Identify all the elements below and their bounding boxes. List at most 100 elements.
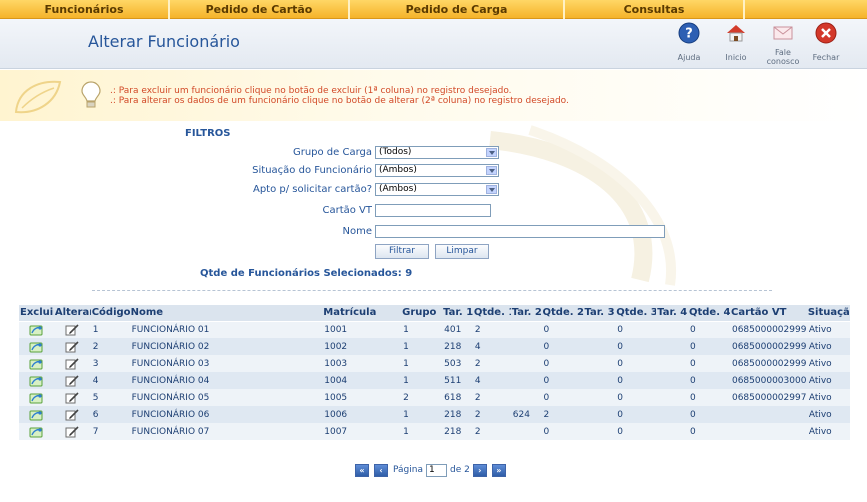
last-page-button[interactable]: » [491,463,506,477]
selected-count-value: 9 [405,268,413,279]
cell-matricula: 1003 [322,355,402,372]
page-title: Alterar Funcionário [88,32,240,51]
home-label: Inicio [725,53,747,62]
chevron-down-icon [486,166,497,175]
help-label: Ajuda [677,53,701,62]
cell-situacao: Ativo [806,372,850,389]
cell-grupo: 2 [401,389,443,406]
cell-grupo: 1 [401,423,443,440]
table-row: 6 FUNCIONÁRIO 06 1006 1 218 2 624 2 0 0 Ativo [19,406,850,423]
home-button[interactable]: Inicio [716,22,756,62]
table-row: 3 FUNCIONÁRIO 03 1003 1 503 2 0 0 0 0685000002999… [19,355,850,372]
edit-cell [53,389,91,406]
cell-qtde2: 0 [541,372,584,389]
cell-tar2 [510,338,542,355]
column-header: Tar. 2 [510,305,542,322]
page-number-input[interactable]: 1 [425,463,447,477]
delete-icon[interactable] [29,358,43,370]
cell-qtde1: 2 [472,355,511,372]
nome-input[interactable] [375,225,665,238]
column-header: Excluir [19,305,54,322]
cell-qtde3: 0 [615,321,657,338]
nav-pedido-de-cartao[interactable]: Pedido de Cartão [170,0,350,19]
grupo-de-carga-label: Grupo de Carga [292,147,372,158]
delete-cell [19,423,54,440]
delete-icon[interactable] [29,426,43,438]
cell-qtde2: 0 [541,338,584,355]
grupo-de-carga-select[interactable]: (Todos) [375,146,499,159]
table-row: 5 FUNCIONÁRIO 05 1005 2 618 2 0 0 0 0685000002997… [19,389,850,406]
cell-tar4 [656,372,688,389]
previous-page-button[interactable]: ‹ [374,463,388,477]
column-header: Tar. 3 [583,305,616,322]
edit-icon[interactable] [65,374,79,387]
cell-codigo: 6 [90,406,130,423]
mail-icon [773,26,793,40]
column-header: Qtde. 1 [472,305,511,322]
cell-tar3 [583,355,616,372]
leaf-decoration-icon [14,80,62,114]
table-row: 2 FUNCIONÁRIO 02 1002 1 218 4 0 0 0 0685000002999… [19,338,850,355]
help-icon: ? [678,22,700,44]
grupo-de-carga-value: (Todos) [379,147,412,157]
delete-cell [19,338,54,355]
help-button[interactable]: ? Ajuda [669,22,709,62]
first-page-button[interactable]: « [355,463,369,477]
delete-icon[interactable] [29,375,43,387]
next-page-button[interactable]: › [472,463,487,477]
filtrar-button[interactable]: Filtrar [375,244,429,259]
close-button[interactable]: Fechar [806,22,846,62]
column-header: Cartão VT [729,305,807,322]
cell-nome: FUNCIONÁRIO 04 [129,372,323,389]
limpar-button[interactable]: Limpar [435,244,489,259]
nav-funcionarios[interactable]: Funcionários [0,0,170,19]
situacao-select[interactable]: (Ambos) [375,164,499,177]
edit-cell [53,423,91,440]
cell-qtde3: 0 [615,389,657,406]
edit-icon[interactable] [65,357,79,370]
table-header-row: Excluir Alterar Código Nome Matrícula Gr… [19,305,850,322]
cell-nome: FUNCIONÁRIO 03 [129,355,323,372]
situacao-label: Situação do Funcionário [252,165,372,176]
apto-select[interactable]: (Ambos) [375,183,499,196]
delete-icon[interactable] [29,409,43,421]
cell-qtde3: 0 [615,406,657,423]
delete-icon[interactable] [29,392,43,404]
cell-qtde1: 2 [472,389,511,406]
cell-tar3 [583,338,616,355]
cell-qtde1: 2 [472,423,511,440]
employees-table: Excluir Alterar Código Nome Matrícula Gr… [19,305,850,440]
edit-cell [53,406,91,423]
edit-icon[interactable] [65,391,79,404]
edit-icon[interactable] [65,324,79,336]
delete-cell [19,321,54,338]
edit-icon[interactable] [65,340,79,353]
cell-tar1: 218 [442,338,473,355]
home-icon [727,25,745,42]
pagination: « ‹ Página 1 de 2 › » [355,462,511,478]
cell-qtde3: 0 [615,338,657,355]
edit-cell [53,372,91,389]
column-header: Qtde. 4 [687,305,730,322]
cell-qtde3: 0 [615,423,657,440]
cell-tar1: 218 [442,423,473,440]
cell-qtde1: 2 [472,321,511,338]
cartao-vt-input[interactable] [375,204,491,217]
apto-label: Apto p/ solicitar cartão? [252,184,372,195]
contact-label: Fale conosco [766,48,800,66]
delete-icon[interactable] [29,341,43,353]
delete-cell [19,372,54,389]
column-header: Matrícula [322,305,402,322]
nav-pedido-de-carga[interactable]: Pedido de Carga [350,0,565,19]
cell-tar4 [656,321,688,338]
contact-button[interactable]: Fale conosco [763,22,803,66]
edit-icon[interactable] [65,408,79,421]
cell-tar1: 401 [442,321,473,338]
delete-icon[interactable] [29,324,43,336]
cell-tar1: 503 [442,355,473,372]
nav-consultas[interactable]: Consultas [565,0,745,19]
table-row: 7 FUNCIONÁRIO 07 1007 1 218 2 0 0 0 Ativo [19,423,850,440]
edit-icon[interactable] [65,425,79,438]
edit-cell [53,355,91,372]
cell-qtde4: 0 [687,406,730,423]
